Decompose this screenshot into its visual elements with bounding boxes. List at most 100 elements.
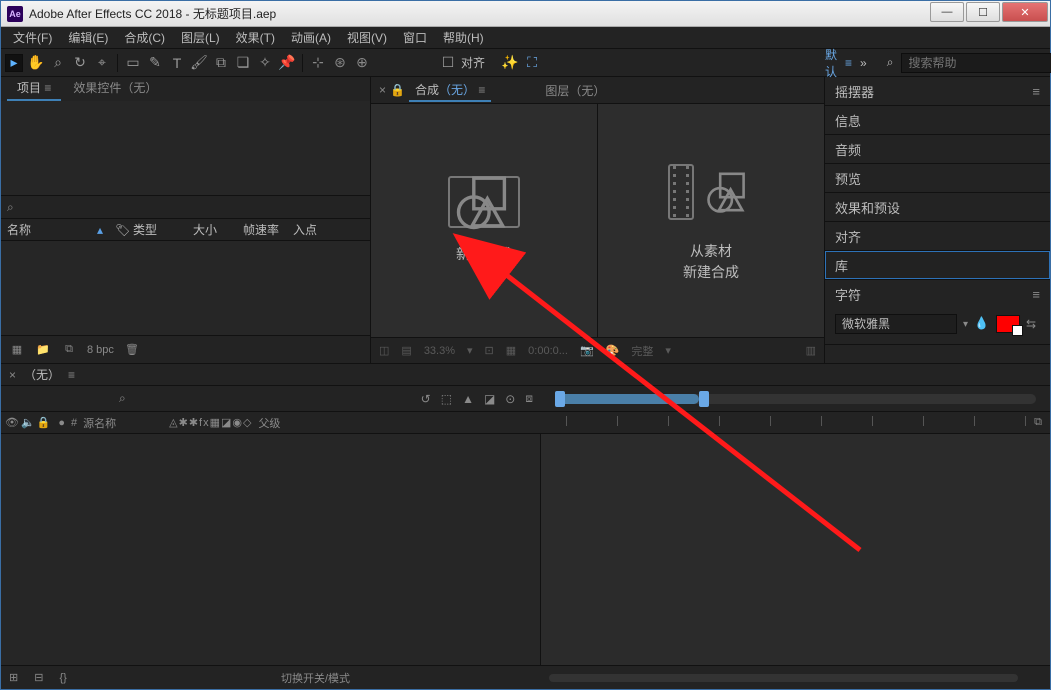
- eyedropper-icon[interactable]: 💧: [974, 316, 990, 332]
- tl-tool-1-icon[interactable]: ↺: [421, 392, 431, 406]
- tab-effect-controls[interactable]: 效果控件（无）: [63, 76, 167, 101]
- menu-anim[interactable]: 动画(A): [283, 29, 339, 46]
- time-ruler[interactable]: [541, 412, 1050, 433]
- roto-tool-icon[interactable]: ✧: [256, 54, 274, 72]
- panel-wiggler[interactable]: 摇摆器≡: [825, 77, 1050, 105]
- col-in[interactable]: 入点: [287, 221, 327, 238]
- 3d-view-icon[interactable]: 🎨: [606, 344, 620, 357]
- col-type[interactable]: 类型: [127, 221, 187, 238]
- menu-effect[interactable]: 效果(T): [228, 29, 283, 46]
- tl-tool-5-icon[interactable]: ⊙: [505, 392, 515, 406]
- menu-view[interactable]: 视图(V): [339, 29, 395, 46]
- menu-edit[interactable]: 编辑(E): [60, 29, 116, 46]
- brush-tool-icon[interactable]: 🖌: [190, 54, 208, 72]
- view-axis-icon[interactable]: ⊕: [353, 54, 371, 72]
- tab-project[interactable]: 项目 ≡: [7, 76, 61, 101]
- switches-header-icons[interactable]: ◬✱✱fx▦◪◉◇: [169, 416, 252, 429]
- tl-tool-3-icon[interactable]: ▲: [462, 392, 474, 406]
- menu-file[interactable]: 文件(F): [5, 29, 60, 46]
- camera-tool-icon[interactable]: ⌖: [93, 54, 111, 72]
- bpc-label[interactable]: 8 bpc: [87, 344, 114, 356]
- work-area-slider[interactable]: [555, 394, 1036, 404]
- panel-info[interactable]: 信息: [825, 106, 1050, 134]
- comp-mini-icon[interactable]: ⧉: [1034, 416, 1042, 429]
- toggle-switches-icon[interactable]: ⊞: [9, 671, 18, 684]
- col-parent[interactable]: 父级: [258, 415, 308, 431]
- menu-comp[interactable]: 合成(C): [116, 29, 173, 46]
- world-axis-icon[interactable]: ⊛: [331, 54, 349, 72]
- panel-library[interactable]: 库: [825, 251, 1050, 279]
- search-glass-icon[interactable]: ⌕: [887, 55, 894, 70]
- fill-color-swatch[interactable]: [996, 315, 1020, 333]
- toggle-mask-icon[interactable]: ▤: [401, 344, 411, 357]
- hand-tool-icon[interactable]: ✋: [27, 54, 45, 72]
- timeline-tab[interactable]: （无）: [24, 366, 60, 383]
- orbit-tool-icon[interactable]: ↻: [71, 54, 89, 72]
- zoom-tool-icon[interactable]: ⌕: [49, 54, 67, 72]
- camera-icon[interactable]: 📷: [580, 344, 594, 357]
- toggle-modes-icon[interactable]: ⊟: [34, 671, 43, 684]
- expand-icon[interactable]: ⛶: [523, 54, 541, 72]
- help-search-input[interactable]: [901, 53, 1051, 73]
- timeline-graph[interactable]: [541, 434, 1050, 665]
- workspace-label[interactable]: 默认: [825, 46, 837, 80]
- col-fps[interactable]: 帧速率: [237, 221, 287, 238]
- menu-help[interactable]: 帮助(H): [435, 29, 492, 46]
- workspace-more-icon[interactable]: »: [860, 56, 867, 70]
- tab-composition[interactable]: 合成（无） ≡: [409, 79, 491, 102]
- magic-wand-icon[interactable]: ✨: [501, 54, 519, 72]
- tag-icon[interactable]: 🏷: [109, 223, 127, 237]
- zoom-level[interactable]: 33.3%: [424, 345, 455, 357]
- tl-tool-2-icon[interactable]: ⬚: [441, 392, 452, 406]
- toggle-transparency-icon[interactable]: ◫: [379, 344, 389, 357]
- eraser-tool-icon[interactable]: ❏: [234, 54, 252, 72]
- chevron-down-icon[interactable]: ▾: [467, 344, 473, 357]
- pen-tool-icon[interactable]: ✎: [146, 54, 164, 72]
- toggle-switch-mode-label[interactable]: 切换开关/模式: [281, 670, 350, 686]
- project-list[interactable]: [1, 241, 370, 335]
- selection-tool-icon[interactable]: ▸: [5, 54, 23, 72]
- menu-layer[interactable]: 图层(L): [173, 29, 228, 46]
- panel-close-icon[interactable]: ×: [379, 83, 386, 97]
- resolution[interactable]: 完整: [631, 343, 653, 359]
- timecode[interactable]: 0:00:0...: [528, 345, 568, 357]
- timeline-close-icon[interactable]: ×: [9, 368, 16, 382]
- panel-effects-presets[interactable]: 效果和预设: [825, 193, 1050, 221]
- view-layout-icon[interactable]: ▥: [806, 344, 816, 357]
- close-button[interactable]: ✕: [1002, 2, 1048, 22]
- clone-tool-icon[interactable]: ⧉: [212, 54, 230, 72]
- panel-align[interactable]: 对齐: [825, 222, 1050, 250]
- workspace-menu-icon[interactable]: ≡: [845, 56, 852, 70]
- rect-tool-icon[interactable]: ▭: [124, 54, 142, 72]
- local-axis-icon[interactable]: ⊹: [309, 54, 327, 72]
- timeline-search-icon[interactable]: ⌕: [119, 391, 126, 406]
- label-icon[interactable]: ●: [58, 417, 65, 429]
- col-name[interactable]: 名称: [1, 221, 91, 238]
- new-comp-from-footage-button[interactable]: 从素材 新建合成: [597, 104, 824, 337]
- text-tool-icon[interactable]: T: [168, 54, 186, 72]
- chevron-down-icon[interactable]: ▾: [665, 344, 671, 357]
- panel-character[interactable]: 字符≡: [825, 280, 1050, 308]
- panel-preview[interactable]: 预览: [825, 164, 1050, 192]
- res-half-icon[interactable]: ⊡: [485, 344, 494, 357]
- tl-tool-4-icon[interactable]: ◪: [484, 392, 495, 406]
- zoom-slider[interactable]: [549, 674, 1018, 682]
- swap-colors-icon[interactable]: ⇆: [1026, 317, 1040, 331]
- project-search[interactable]: ⌕: [1, 195, 370, 219]
- menu-window[interactable]: 窗口: [395, 29, 435, 46]
- toggle-in-out-icon[interactable]: {}: [59, 672, 66, 684]
- col-source[interactable]: 源名称: [83, 415, 163, 431]
- chevron-down-icon[interactable]: ▾: [963, 319, 968, 330]
- new-comp-icon[interactable]: ⧉: [61, 343, 77, 357]
- tab-layer[interactable]: 图层（无）: [539, 80, 611, 101]
- puppet-tool-icon[interactable]: 📌: [278, 54, 296, 72]
- sort-icon[interactable]: ▴: [91, 223, 109, 237]
- av-features-icons[interactable]: 👁🔈🔒: [5, 416, 52, 429]
- col-size[interactable]: 大小: [187, 221, 237, 238]
- new-composition-button[interactable]: 新建合成: [371, 104, 597, 337]
- trash-icon[interactable]: 🗑: [124, 343, 140, 357]
- minimize-button[interactable]: —: [930, 2, 964, 22]
- grid-icon[interactable]: ▦: [506, 344, 516, 357]
- new-folder-icon[interactable]: 📁: [35, 343, 51, 357]
- tl-tool-6-icon[interactable]: ⧈: [525, 391, 533, 406]
